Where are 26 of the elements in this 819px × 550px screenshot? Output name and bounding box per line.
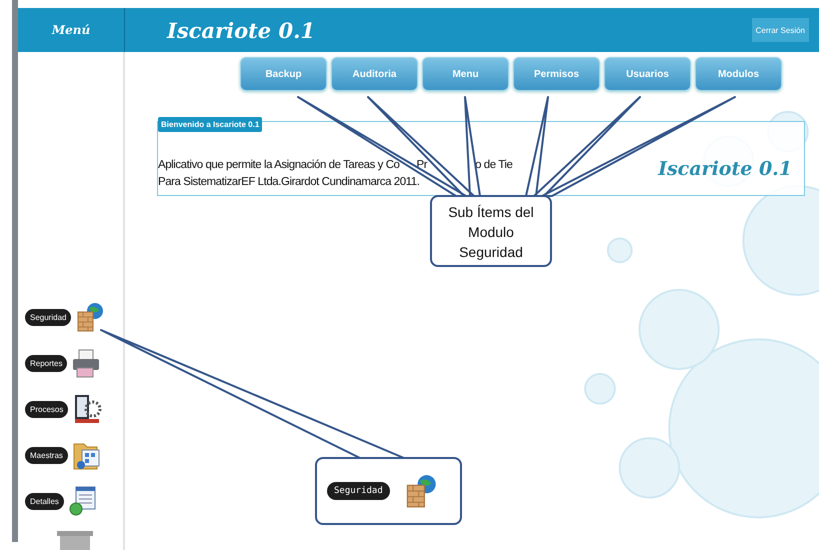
gear-panel-icon[interactable] (72, 393, 102, 425)
description-text: Para SistematizarEF Ltda.Girardot Cundinamarca 2011. (158, 175, 420, 190)
sidebar-item[interactable]: Maestras (25, 446, 68, 464)
description-text: Aplicativo que permite la Asignación de Tareas y Co (158, 158, 400, 173)
security-label: Seguridad (327, 482, 390, 500)
nav-button[interactable]: Auditoria (331, 57, 418, 91)
description-text: Pr (416, 158, 428, 173)
nav-button[interactable]: Menu (422, 57, 509, 91)
sidebar-item[interactable]: Detalles (25, 492, 64, 510)
app-logo: Iscariote 0.1 (658, 158, 792, 180)
menu-label: Menú (52, 23, 90, 37)
nav-button[interactable]: Usuarios (604, 57, 691, 91)
app-logo: Iscariote 0.1 (167, 18, 315, 42)
nav-button[interactable]: Backup (240, 57, 327, 91)
logout-button[interactable]: Cerrar Sesión (752, 18, 809, 42)
brick-wall-globe-icon[interactable] (75, 301, 106, 333)
printer-icon[interactable] (71, 347, 102, 379)
callout-bubble: Sub Ítems del Modulo Seguridad (430, 195, 552, 267)
sidebar-item[interactable]: Procesos (25, 400, 68, 418)
sidebar-item[interactable]: Reportes (25, 354, 68, 372)
document-icon[interactable] (68, 485, 98, 517)
nav-button[interactable]: Permisos (513, 57, 600, 91)
bin-icon[interactable] (55, 529, 95, 550)
nav-button[interactable]: Modulos (695, 57, 782, 91)
sidebar-item[interactable]: Seguridad (25, 308, 72, 326)
welcome-heading: Bienvenido a Iscariote 0.1 (158, 117, 262, 132)
